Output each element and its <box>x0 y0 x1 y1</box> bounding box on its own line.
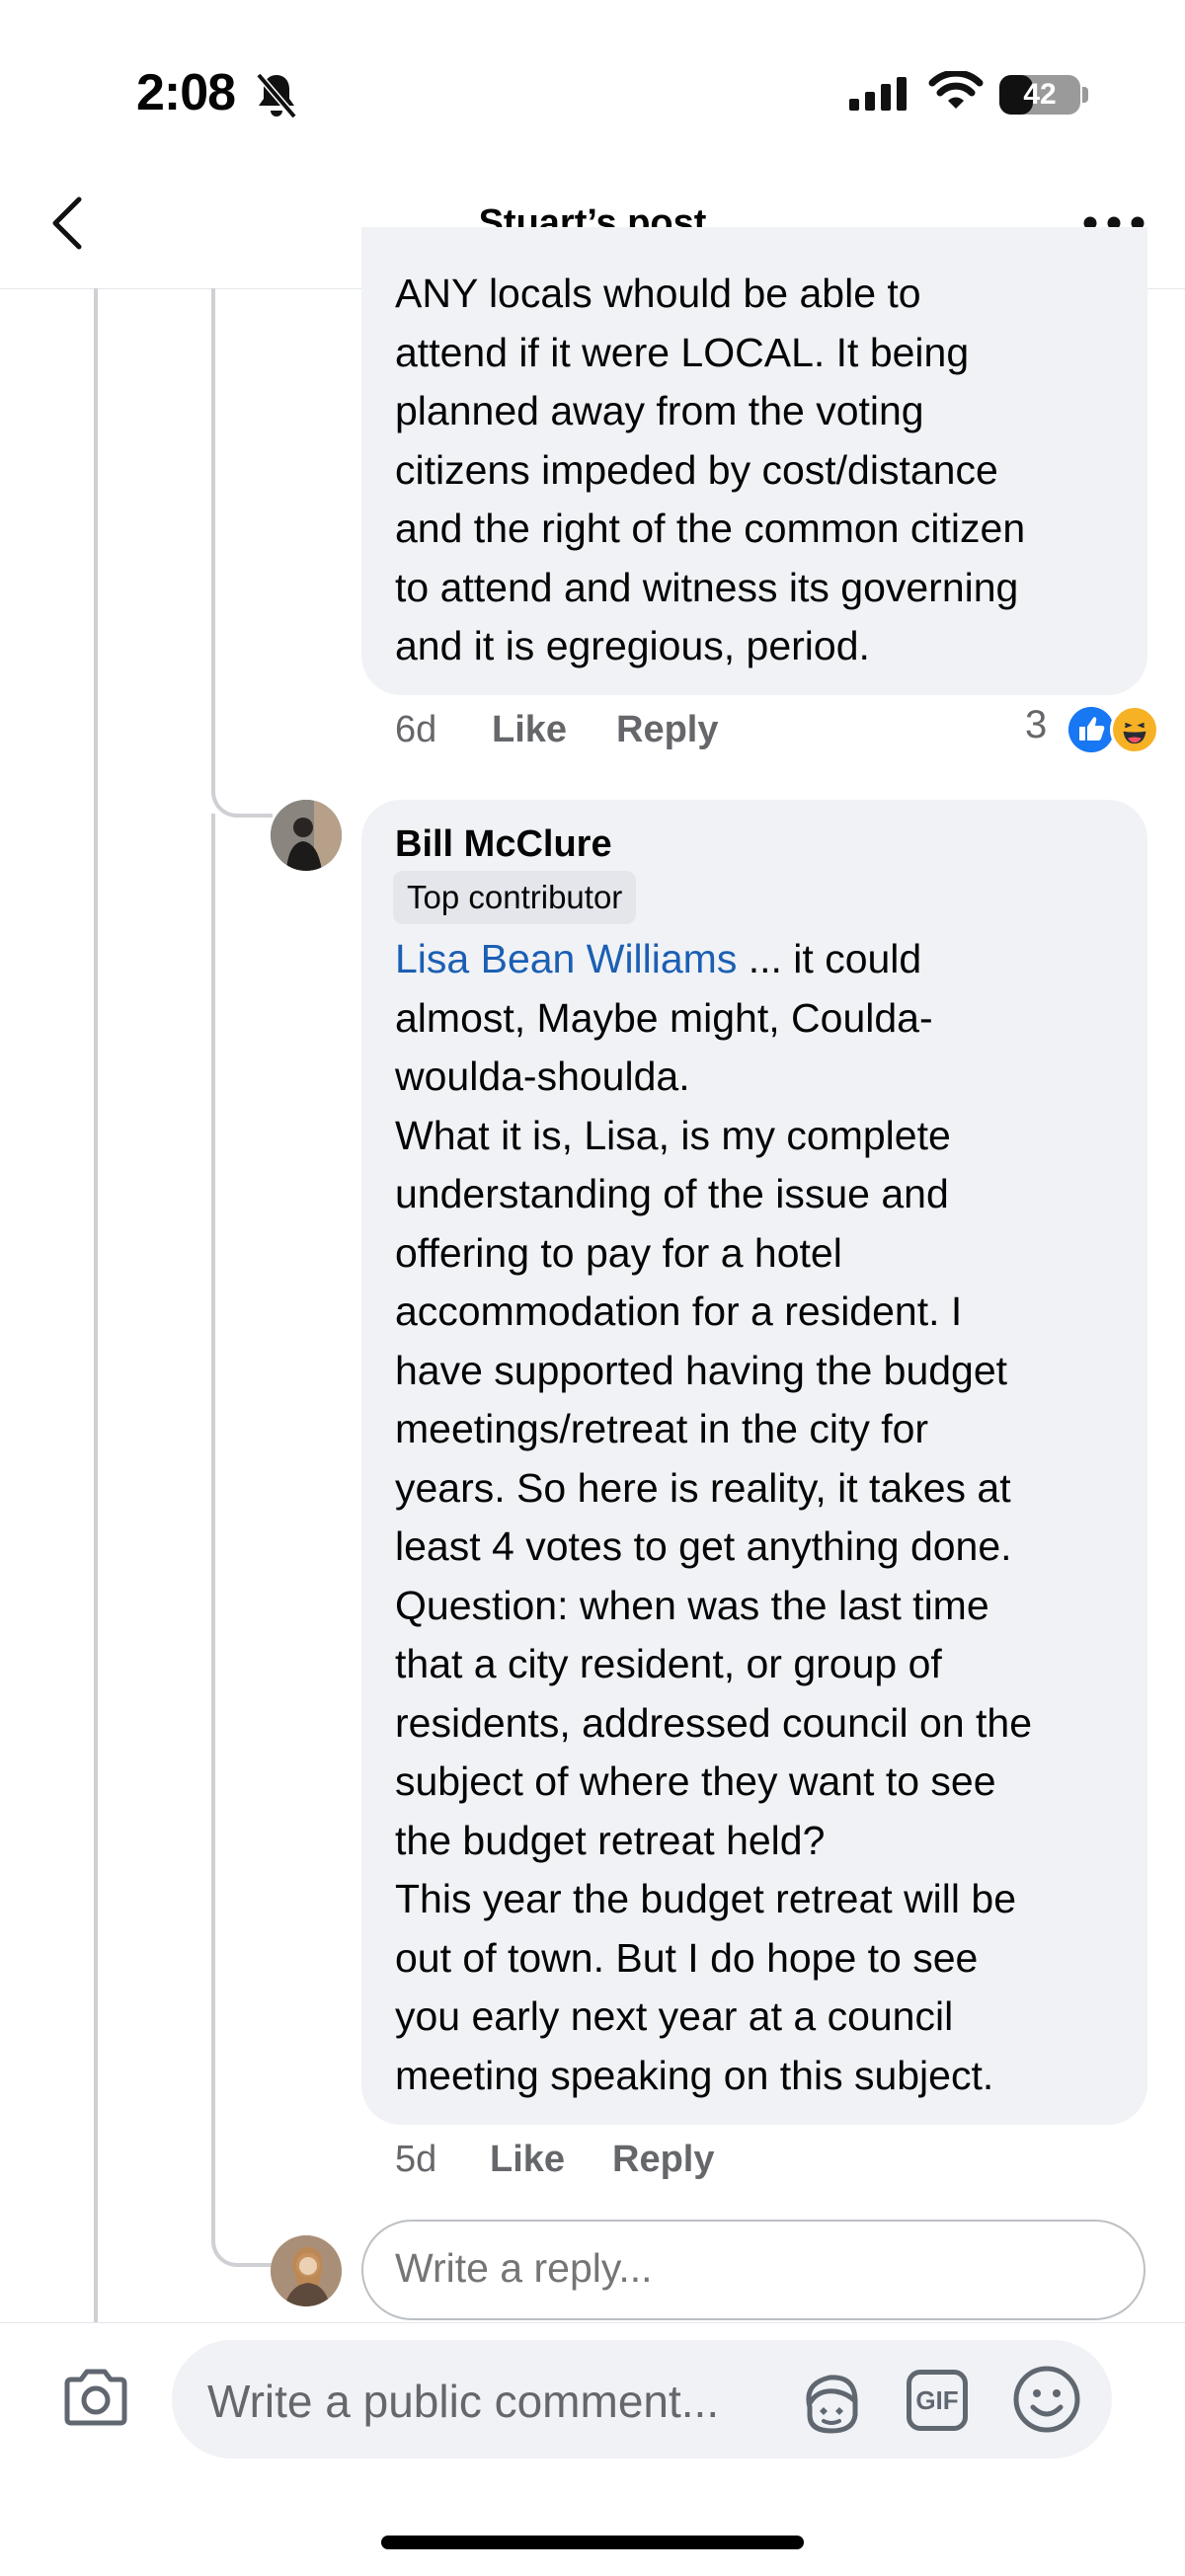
comment-line: that a city resident, or group of <box>395 1641 942 1686</box>
comment-line-text: ... it could <box>737 936 922 981</box>
like-button[interactable]: Like <box>490 2139 565 2181</box>
comment-line: least 4 votes to get anything done. <box>395 1523 1012 1569</box>
comment-timestamp[interactable]: 5d <box>395 2139 436 2181</box>
comment-line: accommodation for a resident. I <box>395 1288 963 1334</box>
wifi-icon <box>928 71 984 109</box>
avatar-photo <box>271 2235 342 2306</box>
avatar-sticker-icon[interactable] <box>796 2368 867 2439</box>
like-button[interactable]: Like <box>492 709 567 751</box>
reply-button[interactable]: Reply <box>612 2139 714 2181</box>
comment-line: citizens impeded by cost/distance <box>395 446 998 493</box>
comment-line: and it is egregious, period. <box>395 623 870 668</box>
comment-input[interactable]: Write a public comment... <box>207 2375 760 2428</box>
battery-percent: 42 <box>1023 78 1057 111</box>
camera-icon[interactable] <box>61 2368 130 2427</box>
comment-line: What it is, Lisa, is my complete <box>395 1112 951 1158</box>
comment-line: Question: when was the last time <box>395 1582 989 1628</box>
comment-line: years. So here is reality, it takes at <box>395 1464 1011 1511</box>
status-time: 2:08 <box>136 64 236 121</box>
reply-input[interactable] <box>395 2245 1086 2292</box>
reply-button[interactable]: Reply <box>616 709 718 751</box>
comment-line: have supported having the budget <box>395 1347 1008 1393</box>
comment-text: Lisa Bean Williams ... it could almost, … <box>395 930 1126 2105</box>
avatar[interactable] <box>271 800 342 871</box>
mention-link[interactable]: Lisa Bean Williams <box>395 936 737 981</box>
bell-muted-icon <box>256 72 297 119</box>
comment-timestamp[interactable]: 6d <box>395 709 436 751</box>
comment-line: planned away from the voting <box>395 388 924 433</box>
current-user-avatar <box>271 2235 342 2306</box>
top-contributor-badge[interactable]: Top contributor <box>393 871 637 924</box>
comment-line: Lisa Bean Williams ... it could <box>395 930 1126 989</box>
battery-icon: 42 <box>999 75 1080 115</box>
reaction-count[interactable]: 3 <box>1025 703 1047 747</box>
comment-line: attend if it were LOCAL. It being <box>395 329 970 375</box>
comment-line: woulda-shoulda. <box>395 1054 690 1099</box>
comment-line: out of town. But I do hope to see <box>395 1934 979 1981</box>
thread-line <box>211 814 215 2220</box>
haha-reaction-icon[interactable] <box>1110 705 1159 754</box>
thread-line <box>211 288 215 792</box>
gif-icon[interactable]: GIF <box>907 2370 968 2431</box>
like-reaction-icon[interactable] <box>1068 707 1114 752</box>
comment-line: This year the budget retreat will be <box>395 1876 1016 1921</box>
comment-line: residents, addressed council on the <box>395 1699 1033 1746</box>
comment-line: meetings/retreat in the city for <box>395 1406 929 1451</box>
comment-line: offering to pay for a hotel <box>395 1229 842 1276</box>
home-indicator <box>381 2536 804 2549</box>
emoji-icon[interactable] <box>1011 2364 1082 2435</box>
cellular-signal-icon <box>849 77 907 111</box>
comment-line: subject of where they want to see <box>395 1758 996 1804</box>
comment-line: you early next year at a council <box>395 1993 954 2039</box>
gif-label: GIF <box>915 2385 959 2415</box>
thread-line <box>94 288 98 2322</box>
comment-line: and the right of the common citizen <box>395 506 1026 551</box>
comment-line: meeting speaking on this subject. <box>395 2052 994 2098</box>
comment-line: the budget retreat held? <box>395 1817 826 1863</box>
comment-line: to attend and witness its governing <box>395 564 1019 610</box>
comment-line: almost, Maybe might, Coulda- <box>395 994 933 1041</box>
comment-line: ANY locals whould be able to <box>395 271 921 316</box>
comment-author[interactable]: Bill McClure <box>395 823 612 866</box>
thread-branch <box>211 770 273 818</box>
battery-cap <box>1082 87 1088 103</box>
avatar-photo <box>271 800 342 871</box>
comment-text: ANY locals whould be able to attend if i… <box>395 265 1126 676</box>
comment-line: understanding of the issue and <box>395 1171 949 1216</box>
thread-branch <box>211 2220 273 2267</box>
